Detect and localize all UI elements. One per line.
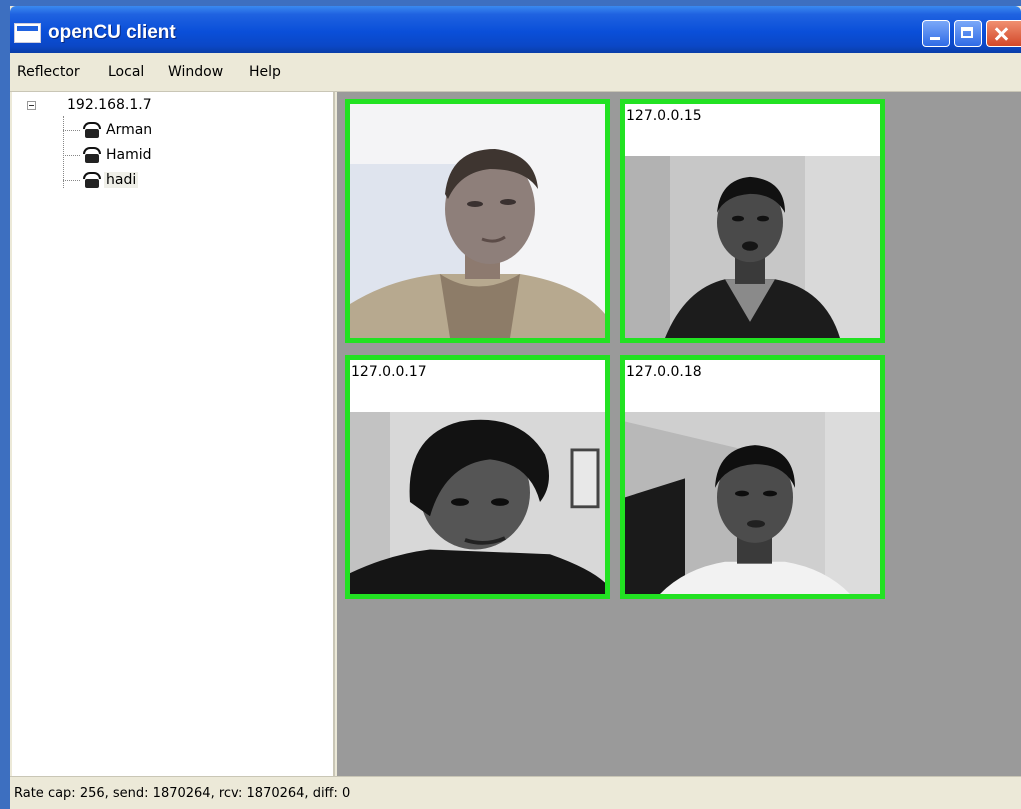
video-tile-label: 127.0.0.15 xyxy=(626,108,702,124)
tree-item-hamid[interactable]: Hamid xyxy=(82,144,154,166)
video-feed-image xyxy=(350,104,605,338)
video-feed-image xyxy=(350,412,605,594)
title-bar[interactable]: openCU client xyxy=(10,6,1021,53)
status-bar: Rate cap: 256, send: 1870264, rcv: 18702… xyxy=(10,776,1021,809)
minimize-button[interactable] xyxy=(922,20,950,47)
menu-bar: Reflector Local Window Help xyxy=(10,53,1021,92)
phone-icon xyxy=(82,146,102,164)
tree-item-label: Arman xyxy=(106,122,153,138)
tree-item-arman[interactable]: Arman xyxy=(82,119,154,141)
video-tile-label: 127.0.0.18 xyxy=(626,364,702,380)
window-title: openCU client xyxy=(48,22,176,43)
tree-connector xyxy=(63,116,64,188)
video-grid: 127.0.0.15 127.0.0.17 127.0.0.18 xyxy=(337,92,1021,776)
app-icon[interactable] xyxy=(14,23,41,43)
video-feed-image xyxy=(625,412,880,594)
tree-connector xyxy=(63,155,80,156)
tree-item-label: Hamid xyxy=(106,147,152,163)
video-tile-127-0-0-18[interactable]: 127.0.0.18 xyxy=(620,355,885,599)
contact-tree: 192.168.1.7 Arman Hamid hadi xyxy=(12,92,335,776)
maximize-button[interactable] xyxy=(954,20,982,47)
video-tile-label: 127.0.0.17 xyxy=(351,364,427,380)
video-feed-image xyxy=(625,156,880,338)
phone-icon xyxy=(82,171,102,189)
status-text: Rate cap: 256, send: 1870264, rcv: 18702… xyxy=(14,786,351,801)
app-window: openCU client Reflector Local Window Hel… xyxy=(10,6,1021,809)
collapse-toggle-icon[interactable] xyxy=(27,101,36,110)
menu-help[interactable]: Help xyxy=(249,64,281,80)
menu-local[interactable]: Local xyxy=(108,64,144,80)
close-button[interactable] xyxy=(986,20,1021,47)
tree-connector xyxy=(63,180,80,181)
video-tile-127-0-0-17[interactable]: 127.0.0.17 xyxy=(345,355,610,599)
video-tile-127-0-0-15[interactable]: 127.0.0.15 xyxy=(620,99,885,343)
tree-item-label: hadi xyxy=(104,172,139,188)
phone-icon xyxy=(82,121,102,139)
tree-connector xyxy=(63,130,80,131)
tree-item-hadi[interactable]: hadi xyxy=(82,169,139,191)
menu-reflector[interactable]: Reflector xyxy=(17,64,80,80)
tree-root-reflector[interactable]: 192.168.1.7 xyxy=(67,97,152,113)
menu-window[interactable]: Window xyxy=(168,64,223,80)
video-tile-local[interactable] xyxy=(345,99,610,343)
